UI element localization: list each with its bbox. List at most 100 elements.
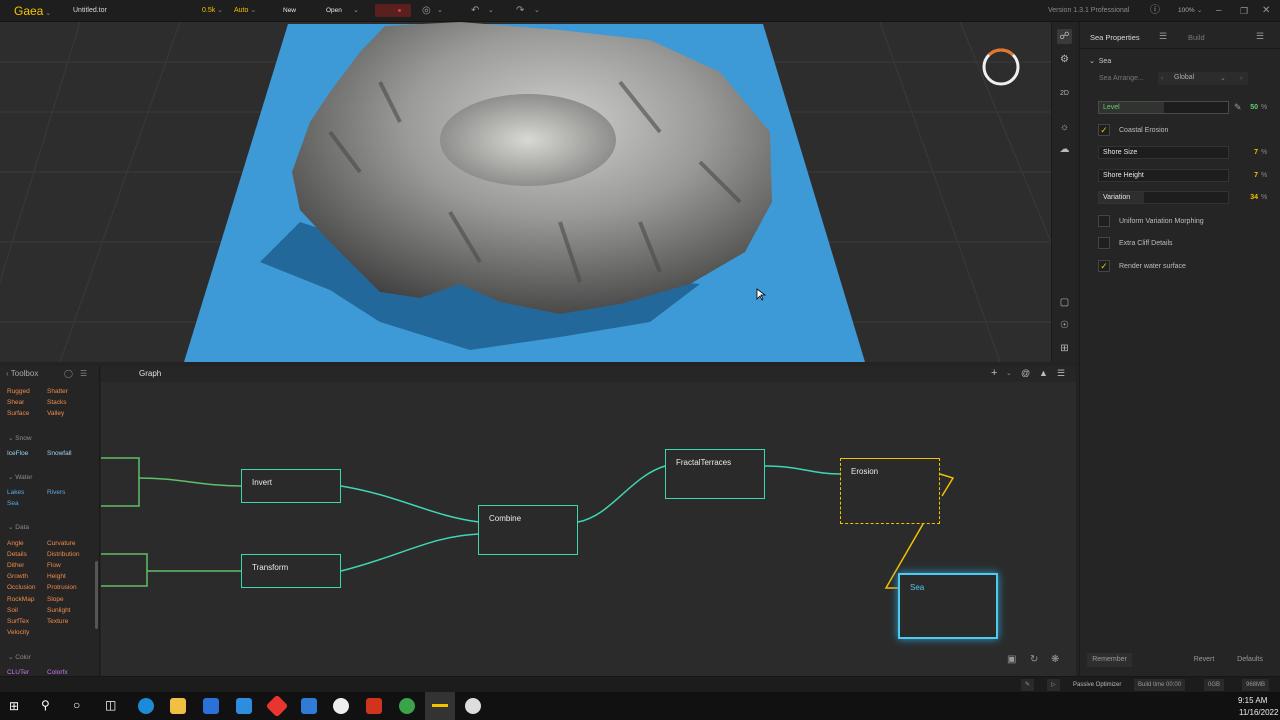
build-menu-icon[interactable]: ☰ bbox=[1256, 31, 1264, 42]
pencil-status-icon[interactable]: ✎ bbox=[1021, 679, 1035, 691]
shore-height-value[interactable]: 7 bbox=[1238, 172, 1258, 179]
prev-arrow-icon[interactable]: ‹ bbox=[1161, 75, 1163, 82]
tab-build[interactable]: Build bbox=[1188, 33, 1205, 42]
tool-stacks[interactable]: Stacks bbox=[47, 399, 67, 406]
tool-snowfall[interactable]: Snowfall bbox=[47, 450, 72, 457]
redo-chevron-icon[interactable]: ⌄ bbox=[534, 0, 540, 22]
chrome-icon[interactable] bbox=[399, 698, 415, 714]
auto-build-dropdown[interactable]: Auto bbox=[234, 0, 256, 22]
layout-icon[interactable]: ❋ bbox=[1051, 654, 1059, 665]
extra-cliff-checkbox[interactable] bbox=[1098, 237, 1110, 249]
redo-icon[interactable]: ↷ bbox=[516, 0, 524, 22]
cloud-icon[interactable]: ☁ bbox=[1057, 142, 1072, 157]
tool-icefloe[interactable]: IceFloe bbox=[7, 450, 28, 457]
gaea-taskbar-button[interactable] bbox=[425, 692, 455, 720]
tool-lakes[interactable]: Lakes bbox=[7, 489, 24, 496]
refresh-icon[interactable]: ↻ bbox=[1030, 654, 1038, 665]
edge-icon[interactable] bbox=[138, 698, 154, 714]
next-arrow-icon[interactable]: › bbox=[1240, 75, 1242, 82]
tool-dither[interactable]: Dither bbox=[7, 562, 24, 569]
file-explorer-icon[interactable] bbox=[170, 698, 186, 714]
tool-details[interactable]: Details bbox=[7, 551, 27, 558]
tool-sea[interactable]: Sea bbox=[7, 500, 19, 507]
variation-slider[interactable]: Variation bbox=[1098, 191, 1229, 204]
minimize-icon[interactable]: – bbox=[1216, 0, 1222, 22]
node-invert[interactable]: Invert bbox=[241, 469, 341, 503]
cortana-icon[interactable]: ○ bbox=[73, 698, 80, 712]
defaults-button[interactable]: Defaults bbox=[1232, 653, 1268, 667]
new-button[interactable]: New bbox=[283, 0, 296, 22]
tool-surface[interactable]: Surface bbox=[7, 410, 29, 417]
section-data[interactable]: ⌄ Data bbox=[8, 523, 29, 531]
node-fractal-terraces[interactable]: FractalTerraces bbox=[665, 449, 765, 499]
toolbox-scrollbar[interactable] bbox=[95, 561, 98, 629]
tool-texture[interactable]: Texture bbox=[47, 618, 68, 625]
uniform-variation-checkbox[interactable] bbox=[1098, 215, 1110, 227]
shore-height-slider[interactable]: Shore Height bbox=[1098, 169, 1229, 182]
tool-protrusion[interactable]: Protrusion bbox=[47, 584, 77, 591]
close-icon[interactable]: ✕ bbox=[1262, 0, 1270, 22]
tool-cluter[interactable]: CLUTer bbox=[7, 669, 29, 676]
frame-icon[interactable]: ▢ bbox=[1057, 295, 1072, 310]
tool-angle[interactable]: Angle bbox=[7, 540, 24, 547]
sun-icon[interactable]: ☼ bbox=[1057, 120, 1072, 135]
level-value[interactable]: 50 bbox=[1238, 104, 1258, 111]
node-transform[interactable]: Transform bbox=[241, 554, 341, 588]
tool-flow[interactable]: Flow bbox=[47, 562, 61, 569]
section-snow[interactable]: ⌄ Snow bbox=[8, 434, 32, 442]
undo-icon[interactable]: ↶ bbox=[471, 0, 479, 22]
revert-button[interactable]: Revert bbox=[1188, 653, 1220, 667]
toggle-icon[interactable]: ◯ bbox=[64, 366, 73, 382]
3d-viewport[interactable] bbox=[0, 22, 1051, 362]
resolution-dropdown[interactable]: 0.5k bbox=[202, 0, 223, 22]
2d-toggle[interactable]: 2D bbox=[1057, 86, 1072, 101]
tool-rugged[interactable]: Rugged bbox=[7, 388, 30, 395]
passive-optimizer-label[interactable]: Passive Optimizer bbox=[1069, 679, 1125, 691]
tool-surftex[interactable]: SurfTex bbox=[7, 618, 29, 625]
play-icon[interactable]: ▷ bbox=[1047, 679, 1060, 691]
level-slider[interactable]: Level bbox=[1098, 101, 1229, 114]
dropbox-icon[interactable] bbox=[301, 698, 317, 714]
record-button[interactable] bbox=[375, 4, 411, 17]
node-graph[interactable]: Graph + ⌄ @ ▲ ☰ Invert Transform Combine… bbox=[101, 366, 1076, 676]
windows-start-icon[interactable]: ⊞ bbox=[9, 699, 19, 713]
section-sea[interactable]: ⌄ Sea bbox=[1089, 57, 1111, 65]
tool-sunlight[interactable]: Sunlight bbox=[47, 607, 71, 614]
compass-icon[interactable]: ☉ bbox=[1057, 318, 1072, 333]
section-water[interactable]: ⌄ Water bbox=[8, 473, 32, 481]
tool-colorfx[interactable]: Colorfx bbox=[47, 669, 68, 676]
git-icon[interactable] bbox=[265, 694, 289, 718]
mail-icon[interactable] bbox=[236, 698, 252, 714]
tool-soil[interactable]: Soil bbox=[7, 607, 18, 614]
tool-occlusion[interactable]: Occlusion bbox=[7, 584, 36, 591]
section-color[interactable]: ⌄ Color bbox=[8, 653, 31, 661]
link-view-icon[interactable]: ☍ bbox=[1057, 29, 1072, 44]
tool-rockmap[interactable]: RockMap bbox=[7, 596, 34, 603]
tool-height[interactable]: Height bbox=[47, 573, 66, 580]
help-icon[interactable]: ⓘ bbox=[1150, 0, 1160, 22]
tool-shear[interactable]: Shear bbox=[7, 399, 24, 406]
render-water-checkbox[interactable]: ✓ bbox=[1098, 260, 1110, 272]
office-icon[interactable] bbox=[366, 698, 382, 714]
store-icon[interactable] bbox=[203, 698, 219, 714]
chevron-down-icon[interactable]: ⌄ bbox=[437, 0, 443, 22]
node-erosion[interactable]: Erosion bbox=[840, 458, 940, 524]
github-icon[interactable] bbox=[333, 698, 349, 714]
tool-slope[interactable]: Slope bbox=[47, 596, 64, 603]
coastal-erosion-checkbox[interactable]: ✓ bbox=[1098, 124, 1110, 136]
tool-valley[interactable]: Valley bbox=[47, 410, 64, 417]
app-menu-button[interactable]: Gaea bbox=[14, 0, 51, 22]
node-combine[interactable]: Combine bbox=[478, 505, 578, 555]
stamp-icon[interactable]: ⚙ bbox=[1057, 52, 1072, 67]
shore-size-value[interactable]: 7 bbox=[1238, 149, 1258, 156]
menu-icon[interactable]: ☰ bbox=[80, 366, 87, 382]
sea-arrangement-select[interactable]: ‹ Global ⌄ › bbox=[1158, 72, 1248, 85]
fit-view-icon[interactable]: ▣ bbox=[1007, 654, 1016, 665]
tab-sea-properties[interactable]: Sea Properties bbox=[1090, 33, 1140, 42]
tool-rivers[interactable]: Rivers bbox=[47, 489, 65, 496]
variation-value[interactable]: 34 bbox=[1238, 194, 1258, 201]
open-button[interactable]: Open bbox=[326, 0, 342, 22]
task-view-icon[interactable]: ◫ bbox=[105, 698, 116, 712]
tool-curvature[interactable]: Curvature bbox=[47, 540, 76, 547]
shore-size-slider[interactable]: Shore Size bbox=[1098, 146, 1229, 159]
